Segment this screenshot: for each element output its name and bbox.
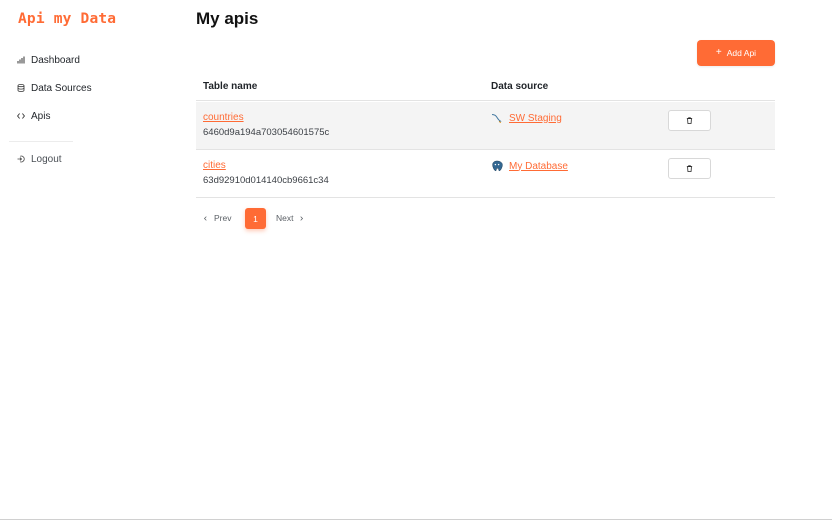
sidebar-item-dashboard[interactable]: Dashboard — [17, 52, 80, 68]
trash-icon — [686, 165, 693, 172]
prev-label: Prev — [214, 213, 232, 223]
page-title: My apis — [196, 9, 259, 28]
page-1-button[interactable]: 1 — [245, 208, 266, 229]
column-header-data-source: Data source — [491, 81, 549, 92]
table-name-cell: cities 63d92910d014140cb9661c34 — [203, 160, 329, 186]
next-label: Next — [276, 213, 294, 223]
window-bottom-border — [0, 519, 832, 520]
table-name-link[interactable]: countries — [203, 112, 329, 123]
column-header-table-name: Table name — [203, 81, 258, 92]
delete-button[interactable] — [668, 110, 711, 131]
data-source-link[interactable]: SW Staging — [509, 113, 562, 124]
data-source-link[interactable]: My Database — [509, 161, 568, 172]
logout-label: Logout — [31, 153, 62, 165]
table-row: cities 63d92910d014140cb9661c34 My Datab… — [196, 150, 775, 198]
api-id: 63d92910d014140cb9661c34 — [203, 175, 329, 186]
sidebar-item-label: Apis — [31, 110, 51, 122]
prev-page-button[interactable]: Prev — [203, 213, 231, 223]
chevron-right-icon — [300, 215, 304, 221]
add-api-label: Add Api — [726, 48, 757, 58]
data-source-cell: SW Staging — [491, 112, 562, 124]
logout-button[interactable]: Logout — [17, 151, 62, 167]
sidebar-divider — [9, 141, 73, 142]
bar-chart-icon — [17, 56, 25, 64]
pagination: Prev 1 Next — [196, 208, 396, 229]
sidebar: Api my Data Dashboard Data Sources Apis … — [0, 0, 180, 521]
table-name-cell: countries 6460d9a194a703054601575c — [203, 112, 329, 138]
database-icon — [17, 84, 25, 92]
table-name-link[interactable]: cities — [203, 160, 329, 171]
delete-button[interactable] — [668, 158, 711, 179]
add-api-button[interactable]: + Add Api — [697, 40, 775, 66]
plus-icon: + — [715, 47, 722, 58]
table-row: countries 6460d9a194a703054601575c SW St… — [196, 102, 775, 150]
logout-icon — [17, 155, 25, 163]
trash-icon — [686, 117, 693, 124]
data-source-cell: My Database — [491, 160, 568, 172]
sidebar-item-apis[interactable]: Apis — [17, 108, 50, 124]
api-id: 6460d9a194a703054601575c — [203, 127, 330, 138]
sidebar-item-label: Data Sources — [31, 82, 92, 94]
chevron-left-icon — [203, 215, 207, 221]
sidebar-item-label: Dashboard — [31, 54, 80, 66]
mysql-icon — [491, 112, 503, 124]
code-brackets-icon — [17, 112, 25, 120]
next-page-button[interactable]: Next — [276, 213, 304, 223]
table-header: Table name Data source — [196, 78, 775, 101]
postgresql-icon — [491, 160, 503, 172]
sidebar-item-data-sources[interactable]: Data Sources — [17, 80, 92, 96]
app-logo[interactable]: Api my Data — [18, 11, 116, 27]
